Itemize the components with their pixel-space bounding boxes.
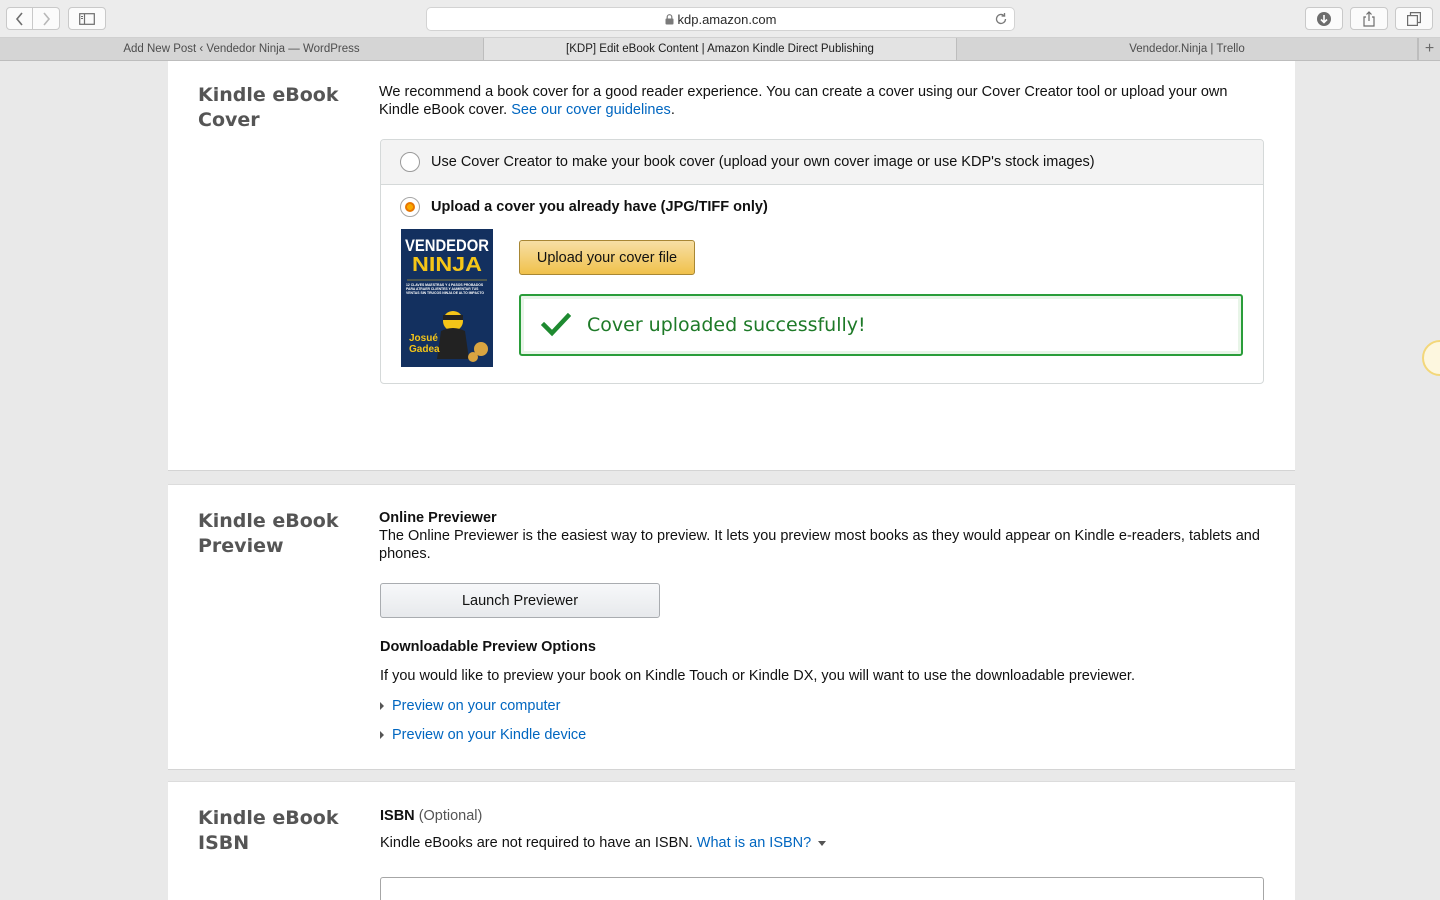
upload-cover-button[interactable]: Upload your cover file (519, 240, 695, 275)
tabs-overview-button[interactable] (1395, 7, 1433, 30)
cover-section: Kindle eBook Cover We recommend a book c… (168, 61, 1295, 471)
checkmark-icon (541, 313, 571, 337)
cover-intro-text: We recommend a book cover for a good rea… (379, 84, 1228, 118)
forward-button[interactable] (33, 7, 60, 30)
preview-kindle-link[interactable]: Preview on your Kindle device (392, 727, 586, 743)
upload-cover-header[interactable]: Upload a cover you already have (JPG/TIF… (400, 197, 768, 217)
download-icon (1317, 11, 1331, 26)
preview-kindle-expander[interactable]: Preview on your Kindle device (380, 727, 586, 743)
online-previewer-block: Online Previewer The Online Previewer is… (379, 509, 1264, 563)
tab-wordpress[interactable]: Add New Post ‹ Vendedor Ninja — WordPres… (0, 38, 484, 60)
url-text: kdp.amazon.com (677, 11, 777, 27)
online-previewer-heading: Online Previewer (379, 510, 497, 526)
nav-buttons (6, 7, 60, 30)
online-previewer-text: The Online Previewer is the easiest way … (379, 528, 1260, 562)
upload-cover-radio[interactable] (400, 197, 420, 217)
downloadable-preview-heading: Downloadable Preview Options (380, 639, 596, 655)
downloadable-preview-text: If you would like to preview your book o… (380, 668, 1135, 684)
isbn-info: Kindle eBooks are not required to have a… (380, 835, 827, 851)
cover-guidelines-link[interactable]: See our cover guidelines (511, 102, 671, 118)
expand-triangle-icon (380, 702, 384, 710)
thumb-line1: VENDEDOR (405, 236, 489, 255)
lock-icon (665, 13, 674, 25)
cover-options: Use Cover Creator to make your book cove… (380, 139, 1264, 384)
caret-down-icon[interactable] (818, 840, 827, 846)
upload-cover-option: Upload a cover you already have (JPG/TIF… (381, 185, 1263, 383)
chevron-right-icon (42, 11, 50, 26)
share-icon (1363, 10, 1375, 27)
share-button[interactable] (1350, 7, 1388, 30)
preview-section-title: Kindle eBook Preview (198, 510, 339, 557)
address-bar[interactable]: kdp.amazon.com (426, 7, 1015, 31)
upload-cover-label: Upload a cover you already have (JPG/TIF… (431, 199, 768, 215)
thumb-author1: Josué (409, 333, 438, 344)
cover-thumbnail: VENDEDOR NINJA 12 CLAVES MAESTRAS Y 4 PA… (401, 229, 493, 367)
isbn-input[interactable] (380, 877, 1264, 900)
new-tab-button[interactable]: + (1418, 38, 1440, 60)
preview-section: Kindle eBook Preview Online Previewer Th… (168, 484, 1295, 770)
what-is-isbn-link[interactable]: What is an ISBN? (697, 835, 811, 851)
isbn-section-title: Kindle eBook ISBN (198, 807, 339, 854)
isbn-label: ISBN (Optional) (380, 808, 482, 824)
page-viewport: Kindle eBook Cover We recommend a book c… (0, 61, 1440, 900)
expand-triangle-icon (380, 731, 384, 739)
cover-section-title: Kindle eBook Cover (198, 84, 339, 131)
isbn-label-text: ISBN (380, 808, 415, 824)
radio-selected-dot (405, 202, 415, 212)
cover-success-alert: Cover uploaded successfully! (519, 294, 1243, 356)
cover-creator-label: Use Cover Creator to make your book cove… (431, 154, 1095, 170)
back-button[interactable] (6, 7, 33, 30)
isbn-section: Kindle eBook ISBN ISBN (Optional) Kindle… (168, 781, 1295, 900)
cover-creator-option[interactable]: Use Cover Creator to make your book cove… (381, 140, 1263, 185)
downloads-button[interactable] (1305, 7, 1343, 30)
cover-creator-radio[interactable] (400, 152, 420, 172)
thumb-author2: Gadea (409, 344, 440, 355)
tab-bar: Add New Post ‹ Vendedor Ninja — WordPres… (0, 38, 1440, 61)
reload-icon[interactable] (994, 12, 1008, 26)
browser-toolbar: kdp.amazon.com (0, 0, 1440, 38)
launch-previewer-button[interactable]: Launch Previewer (380, 583, 660, 618)
thumb-subtitle: 12 CLAVES MAESTRAS Y 4 PASOS PROBADOS PA… (406, 283, 484, 295)
cover-intro: We recommend a book cover for a good rea… (379, 83, 1264, 119)
isbn-optional-text: (Optional) (418, 808, 483, 824)
preview-computer-expander[interactable]: Preview on your computer (380, 698, 560, 714)
thumb-line2: NINJA (412, 254, 482, 276)
tab-trello[interactable]: Vendedor.Ninja | Trello (957, 38, 1418, 60)
tabs-icon (1407, 11, 1421, 26)
sidebar-toggle-button[interactable] (68, 7, 106, 30)
tab-kdp-active[interactable]: [KDP] Edit eBook Content | Amazon Kindle… (484, 38, 957, 60)
isbn-info-text: Kindle eBooks are not required to have a… (380, 835, 693, 851)
chevron-left-icon (15, 11, 23, 26)
sidebar-icon (79, 12, 95, 25)
preview-computer-link[interactable]: Preview on your computer (392, 698, 560, 714)
cover-success-message: Cover uploaded successfully! (587, 314, 866, 336)
cover-intro-period: . (670, 102, 675, 118)
